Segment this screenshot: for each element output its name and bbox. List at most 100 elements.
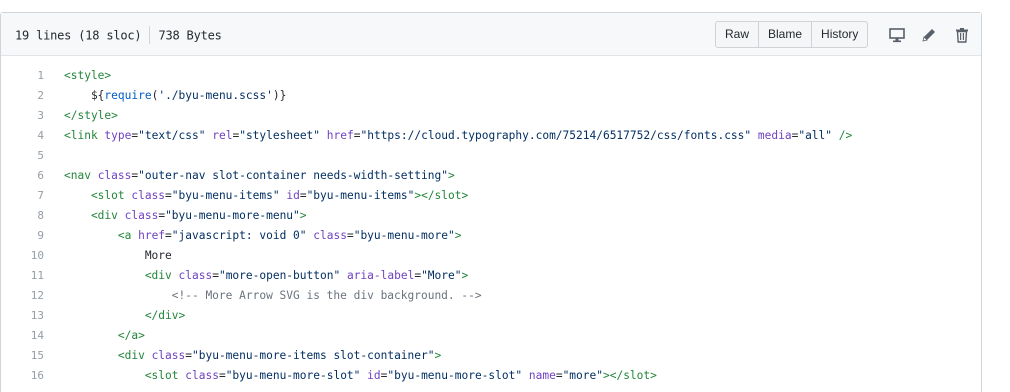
code-token: = (165, 229, 172, 242)
code-token: = (218, 369, 226, 382)
line-number[interactable]: 14 (1, 326, 44, 346)
code-line: 2 ${require('./byu-menu.scss')} (1, 86, 981, 106)
line-content: <div class="byu-menu-more-menu"> (64, 206, 307, 226)
code-token: class (97, 169, 132, 182)
code-token: "byu-menu-more-slot" (387, 369, 523, 382)
code-token: "outer-nav slot-container needs-width-se… (138, 169, 448, 182)
code-token: "all" (798, 129, 833, 142)
code-token: class (131, 189, 166, 202)
raw-button[interactable]: Raw (715, 21, 760, 48)
code-token: "byu-menu-items" (171, 189, 280, 202)
code-token: <div (64, 209, 125, 222)
code-token: id (367, 369, 381, 382)
code-token: './byu-menu.scss' (158, 89, 273, 102)
line-number[interactable]: 7 (1, 186, 44, 206)
line-content: </a> (64, 326, 145, 346)
code-token: href (138, 229, 166, 242)
code-token: /> (832, 129, 853, 142)
blame-button[interactable]: Blame (758, 21, 813, 48)
code-line: 7 <slot class="byu-menu-items" id="byu-m… (1, 186, 981, 206)
line-content: <!-- More Arrow SVG is the div backgroun… (64, 286, 482, 306)
line-number[interactable]: 3 (1, 106, 44, 126)
code-token: > (299, 209, 307, 222)
line-number[interactable]: 2 (1, 86, 44, 106)
code-line: 14 </a> (1, 326, 981, 346)
code-token: ></slot> (602, 369, 657, 382)
code-token: = (185, 349, 192, 362)
desktop-icon[interactable] (888, 26, 906, 44)
code-token: class (124, 209, 159, 222)
file-info-divider (149, 26, 151, 44)
code-token: aria-label (346, 269, 415, 282)
line-number[interactable]: 10 (1, 246, 44, 266)
line-number[interactable]: 11 (1, 266, 44, 286)
code-token: "https://cloud.typography.com/75214/6517… (360, 129, 752, 142)
code-line: 1 <style> (1, 66, 981, 86)
line-number[interactable]: 15 (1, 346, 44, 366)
pencil-icon[interactable] (920, 26, 938, 44)
code-token: <link (64, 129, 105, 142)
code-line: 6 <nav class="outer-nav slot-container ne… (1, 166, 981, 186)
code-line: 15 <div class="byu-menu-more-items slot-… (1, 346, 981, 366)
line-content: <style> (64, 66, 111, 86)
file-size: 738 Bytes (158, 28, 222, 43)
file-header: 19 lines (18 sloc) 738 Bytes Raw Blame Hi… (1, 13, 981, 56)
file-lines-info: 19 lines (18 sloc) (15, 28, 142, 43)
code-token: type (104, 129, 132, 142)
history-button[interactable]: History (811, 21, 869, 48)
line-number[interactable]: 8 (1, 206, 44, 226)
code-token: More (64, 249, 172, 262)
line-number[interactable]: 13 (1, 306, 44, 326)
code-token: "javascript: void 0" (171, 229, 307, 242)
line-number[interactable]: 12 (1, 286, 44, 306)
code-token: ${ (64, 89, 105, 102)
code-token: > (447, 169, 455, 182)
code-token: <div (64, 269, 179, 282)
code-token: > (454, 229, 462, 242)
code-token: class (178, 269, 213, 282)
code-token: <style> (64, 69, 112, 82)
code-token: "more" (562, 369, 603, 382)
code-token: media (757, 129, 792, 142)
code-token: <!-- More Arrow SVG is the div backgroun… (64, 289, 482, 302)
code-token: <slot (64, 189, 132, 202)
code-line: 4 <link type="text/css" rel="stylesheet" … (1, 126, 981, 146)
code-token: )} (272, 89, 287, 102)
line-number[interactable]: 6 (1, 166, 44, 186)
code-token: rel (212, 129, 233, 142)
file-actions-button-group: Raw Blame History (715, 21, 869, 48)
line-content: More (64, 246, 172, 266)
code-token: href (326, 129, 354, 142)
line-number[interactable]: 4 (1, 126, 44, 146)
code-token: > (434, 349, 442, 362)
line-number[interactable]: 16 (1, 366, 44, 386)
code-token: = (346, 229, 354, 242)
code-token: "text/css" (138, 129, 206, 142)
code-token: = (212, 269, 219, 282)
code-token: name (528, 369, 556, 382)
code-token: "stylesheet" (239, 129, 321, 142)
line-number[interactable]: 9 (1, 226, 44, 246)
line-content: <nav class="outer-nav slot-container nee… (64, 166, 455, 186)
line-number[interactable]: 1 (1, 66, 44, 86)
code-token: ></slot> (414, 189, 469, 202)
code-token: </style> (64, 109, 118, 122)
line-content: <slot class="byu-menu-more-slot" id="byu… (64, 366, 657, 386)
trash-icon[interactable] (953, 26, 971, 44)
line-content: <a href="javascript: void 0" class="byu-… (64, 226, 462, 246)
code-token: class (313, 229, 347, 242)
code-token: </a> (64, 329, 145, 342)
line-content: <slot class="byu-menu-items" id="byu-men… (64, 186, 468, 206)
line-content: </style> (64, 106, 118, 126)
code-token: "more-open-button" (218, 269, 341, 282)
code-token: </div> (64, 309, 186, 322)
code-token: = (165, 189, 172, 202)
code-token: "byu-menu-more-menu" (165, 209, 300, 222)
code-line: 13 </div> (1, 306, 981, 326)
code-token: <a (64, 229, 139, 242)
line-number[interactable]: 5 (1, 146, 44, 166)
